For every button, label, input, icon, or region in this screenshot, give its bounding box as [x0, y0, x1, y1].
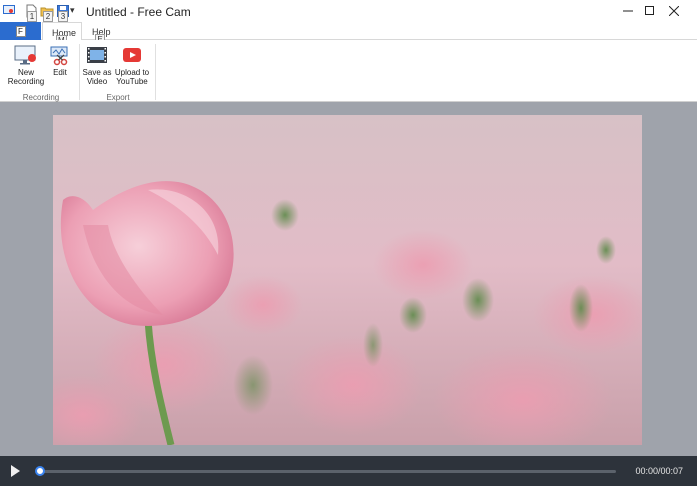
edit-scissors-icon: [50, 46, 68, 66]
file-tab[interactable]: F: [0, 22, 41, 40]
video-preview-frame[interactable]: [53, 115, 642, 445]
play-icon[interactable]: [8, 464, 22, 478]
upload-youtube-label-1: Upload to: [114, 68, 150, 77]
film-save-icon: [87, 47, 107, 63]
qat-customize-dropdown[interactable]: ▾: [70, 5, 75, 16]
tab-help[interactable]: Help E: [84, 22, 116, 45]
ribbon: New Recording Edit Recording Save as Vid…: [0, 40, 697, 102]
tab-home[interactable]: Home M: [42, 22, 82, 46]
new-recording-button[interactable]: New Recording: [8, 42, 44, 86]
upload-youtube-label-2: YouTube: [116, 77, 148, 86]
new-recording-icon: [14, 45, 36, 65]
window-title: Untitled - Free Cam: [86, 5, 191, 19]
close-button[interactable]: [651, 0, 697, 22]
group-separator: [155, 44, 156, 100]
close-icon: [669, 6, 679, 16]
seek-thumb[interactable]: [35, 466, 45, 476]
recording-group-label: Recording: [22, 93, 60, 102]
group-separator: [79, 44, 80, 100]
new-recording-label-1: New: [17, 68, 34, 77]
file-tab-keytip: F: [15, 25, 26, 37]
export-group-label: Export: [106, 93, 130, 102]
playback-time: 00:00/00:07: [635, 466, 683, 476]
free-cam-app-icon: [3, 5, 15, 14]
qat-keytip-2: 2: [43, 11, 53, 22]
save-as-video-label-2: Video: [86, 77, 108, 86]
save-as-video-button[interactable]: Save as Video: [82, 42, 112, 86]
qat-keytip-3: 3: [58, 11, 68, 22]
edit-label: Edit: [53, 68, 67, 77]
title-bar: 1 2 3 ▾ Untitled - Free Cam: [0, 0, 697, 22]
preview-workspace: [0, 102, 697, 456]
youtube-icon: [123, 48, 141, 62]
edit-button[interactable]: Edit: [46, 42, 74, 77]
player-bar: 00:00/00:07: [0, 456, 697, 486]
seek-bar[interactable]: [38, 470, 616, 473]
video-frame-image: [53, 115, 642, 445]
qat-keytip-1: 1: [27, 11, 37, 22]
new-recording-label-2: Recording: [7, 77, 45, 86]
save-as-video-label-1: Save as: [82, 68, 112, 77]
upload-to-youtube-button[interactable]: Upload to YouTube: [113, 42, 151, 86]
ribbon-tab-row: F Home M Help E: [0, 22, 697, 46]
